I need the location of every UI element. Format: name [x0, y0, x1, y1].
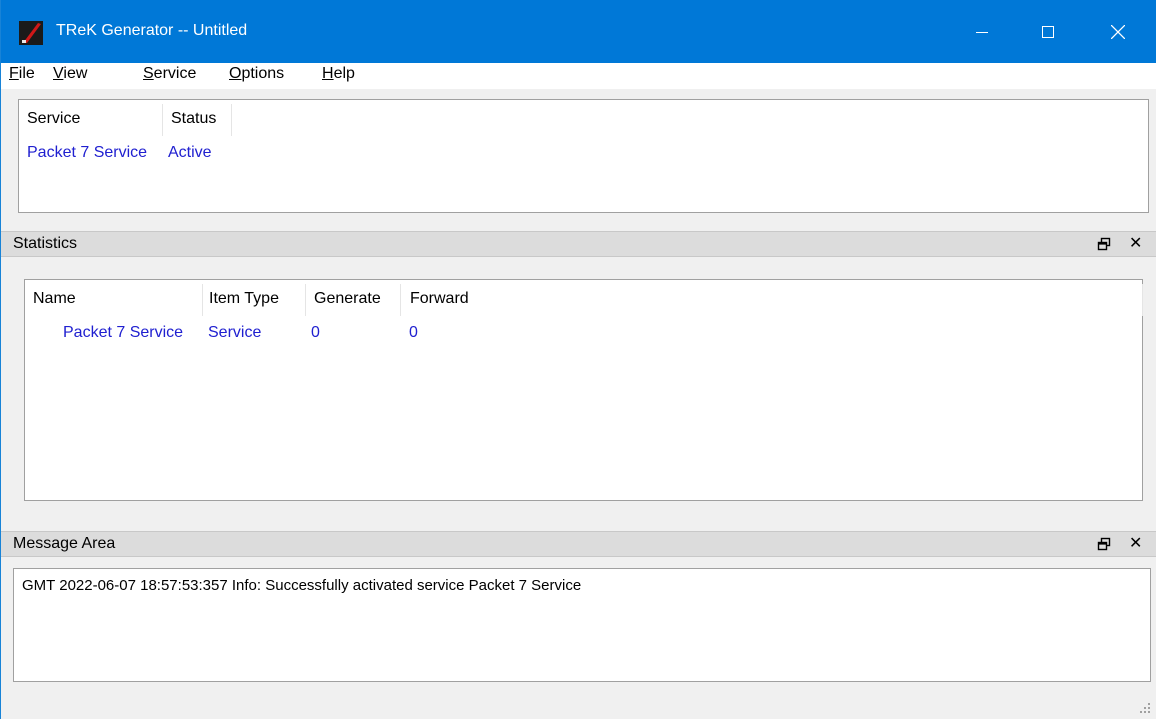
services-list[interactable]: Service Status Packet 7 Service Active — [18, 99, 1149, 213]
resize-grip-icon[interactable] — [1139, 702, 1151, 714]
maximize-button[interactable] — [1019, 0, 1077, 63]
close-button[interactable] — [1089, 0, 1147, 63]
minimize-button[interactable] — [953, 0, 1011, 63]
column-separator[interactable] — [1142, 284, 1143, 316]
menu-file-mnemonic: F — [9, 65, 19, 82]
column-separator[interactable] — [162, 104, 163, 136]
menu-bar: File View Service Options Help — [1, 63, 1156, 89]
stat-generate-cell: 0 — [311, 324, 320, 341]
menu-service-mnemonic: S — [143, 65, 154, 82]
menu-options-label: ptions — [241, 65, 285, 82]
message-area-dock-header[interactable]: Message Area ✕ — [1, 531, 1156, 557]
menu-file[interactable]: File — [9, 65, 35, 83]
window-title: TReK Generator -- Untitled — [56, 22, 248, 39]
message-log[interactable]: GMT 2022-06-07 18:57:53:357 Info: Succes… — [13, 568, 1151, 682]
statistics-title: Statistics — [13, 235, 78, 252]
menu-help[interactable]: Help — [322, 65, 355, 83]
float-window-icon[interactable] — [1097, 537, 1111, 551]
float-window-icon[interactable] — [1097, 237, 1111, 251]
minimize-icon — [976, 31, 988, 33]
column-header-status[interactable]: Status — [171, 110, 216, 128]
service-status-cell: Active — [168, 144, 212, 161]
menu-service-label: ervice — [153, 65, 197, 82]
column-separator[interactable] — [400, 284, 401, 316]
app-window: TReK Generator -- Untitled File View Ser… — [0, 0, 1156, 719]
close-icon[interactable]: ✕ — [1129, 536, 1142, 552]
statistics-dock-header[interactable]: Statistics ✕ — [1, 231, 1156, 257]
column-separator[interactable] — [231, 104, 232, 136]
statistics-list[interactable]: Name Item Type Generate Forward Packet 7… — [24, 279, 1143, 501]
trek-app-icon — [19, 21, 43, 45]
menu-options-mnemonic: O — [229, 65, 242, 82]
column-separator[interactable] — [305, 284, 306, 316]
stat-item-type-cell: Service — [208, 324, 262, 341]
menu-view-mnemonic: V — [53, 65, 64, 82]
column-header-forward[interactable]: Forward — [410, 290, 469, 308]
close-icon[interactable]: ✕ — [1129, 236, 1142, 252]
close-icon — [1111, 24, 1125, 39]
column-header-generate[interactable]: Generate — [314, 290, 381, 308]
log-message: GMT 2022-06-07 18:57:53:357 Info: Succes… — [22, 577, 582, 594]
stat-name-cell: Packet 7 Service — [63, 324, 184, 341]
column-separator[interactable] — [202, 284, 203, 316]
menu-view-label: iew — [63, 65, 88, 82]
service-name-cell: Packet 7 Service — [27, 144, 148, 161]
menu-help-mnemonic: H — [322, 65, 334, 82]
menu-service[interactable]: Service — [143, 65, 196, 83]
column-header-name[interactable]: Name — [33, 290, 76, 308]
maximize-icon — [1042, 25, 1054, 38]
message-area-title: Message Area — [13, 535, 116, 552]
column-header-service[interactable]: Service — [27, 110, 80, 128]
menu-options[interactable]: Options — [229, 65, 284, 83]
menu-help-label: elp — [333, 65, 355, 82]
stat-forward-cell: 0 — [409, 324, 418, 341]
menu-file-label: ile — [18, 65, 35, 82]
column-header-item-type[interactable]: Item Type — [209, 290, 279, 308]
menu-view[interactable]: View — [53, 65, 87, 83]
title-bar[interactable]: TReK Generator -- Untitled — [1, 0, 1156, 63]
